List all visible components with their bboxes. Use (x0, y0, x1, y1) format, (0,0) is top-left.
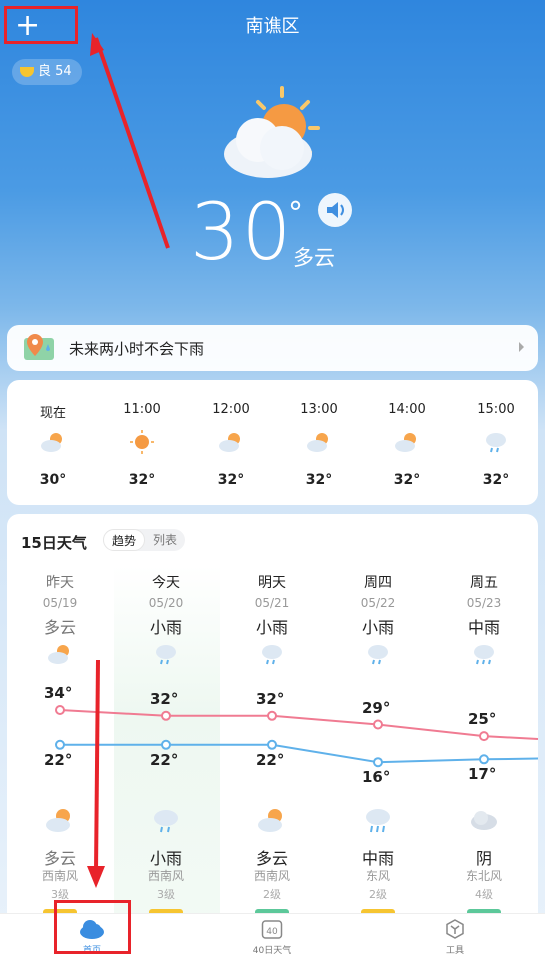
arrow-line (94, 659, 100, 873)
arrow-line (94, 37, 170, 249)
annotation-arrows (87, 33, 170, 888)
arrow-head (87, 866, 105, 888)
